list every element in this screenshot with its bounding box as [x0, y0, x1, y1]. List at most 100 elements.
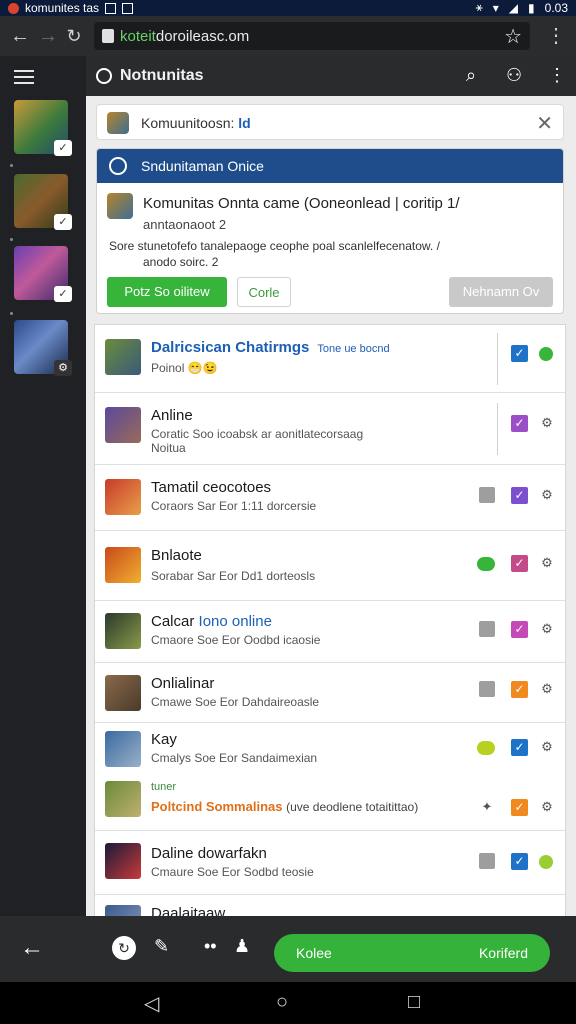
friend-name: Onlialinar	[151, 675, 215, 692]
browser-toolbar: ← → ↻ koteitdoroileasc.om ☆ ⋮	[0, 16, 576, 56]
list-item[interactable]: Calcar Iono online Cmaore Soe Eor Oodbd …	[95, 601, 565, 663]
refresh-icon[interactable]: ↻	[112, 936, 136, 960]
primary-action-button[interactable]: Potz So oilitew	[107, 277, 227, 307]
search-icon[interactable]: ⌕	[466, 65, 476, 86]
avatar	[105, 781, 141, 817]
primary-bottom-button[interactable]: Kolee Koriferd	[274, 934, 550, 972]
friend-name: Daline dowarfakn	[151, 845, 267, 862]
sparkle-icon[interactable]: ✦	[479, 799, 495, 815]
friend-name: Poltcind Sommalinas (uve deodlene totait…	[151, 799, 419, 814]
checkbox[interactable]: ✓	[511, 415, 528, 432]
browser-menu-icon[interactable]: ⋮	[544, 24, 568, 48]
nav-recents-icon[interactable]: □	[408, 991, 420, 1014]
friend-tag: tuner	[151, 781, 177, 793]
app-header: Notnunitas ⌕ ⚇ ⋮	[86, 56, 576, 96]
star-icon[interactable]: ☆	[504, 24, 522, 49]
friend-status: Cmaure Soe Eor Sodbd teosie	[151, 865, 314, 879]
checkbox[interactable]: ✓	[511, 345, 528, 362]
sidebar-game-avatar[interactable]: ✓	[14, 100, 72, 156]
list-item[interactable]: Dalricsican Chatirmgs Tone ue bocnd Poino…	[95, 325, 565, 393]
vibrate-icon: ⚹	[475, 0, 483, 14]
main-content: Komuunitoosn: ld ✕ Sndunitaman Onice Kom…	[86, 96, 576, 916]
avatar	[105, 479, 141, 515]
list-item[interactable]: Daalaitaaw	[95, 895, 565, 916]
checkbox[interactable]: ✓	[511, 621, 528, 638]
check-icon: ✓	[54, 140, 72, 156]
list-item[interactable]: Tamatil ceocotoes Coraors Sar Eor 1:11 d…	[95, 465, 565, 531]
compass-icon	[109, 157, 127, 175]
app-logo-icon	[96, 68, 112, 84]
settings-icon[interactable]: ⚙	[539, 739, 555, 755]
add-friend-icon[interactable]: ⚇	[506, 65, 522, 86]
list-item[interactable]: Onlialinar Cmawe Soe Eor Dahdaireoasle ✓…	[95, 663, 565, 723]
battery-icon: ▮	[528, 0, 535, 15]
avatar	[105, 339, 141, 375]
invite-card: Sndunitaman Onice Komunitas Onnta came (…	[96, 148, 564, 314]
edit-icon[interactable]: ✎	[154, 936, 169, 957]
reload-icon[interactable]: ↻	[62, 24, 86, 48]
sidebar-game-avatar[interactable]: ⚙	[14, 320, 72, 376]
settings-icon[interactable]: ⚙	[539, 621, 555, 637]
avatar	[105, 731, 141, 767]
invite-line-3: Sore stunetofefo tanalepaoge ceophe poal…	[109, 239, 440, 253]
close-icon[interactable]: ✕	[536, 111, 553, 136]
overflow-menu-icon[interactable]: ⋮	[548, 65, 566, 86]
settings-icon[interactable]: ⚙	[539, 555, 555, 571]
friend-status: Poinol 😁😉	[151, 361, 218, 375]
sidebar: ✓ ✓ ✓ ⚙	[0, 56, 86, 916]
edit-icon[interactable]	[479, 681, 495, 697]
url-bar[interactable]: koteitdoroileasc.om ☆	[94, 22, 530, 50]
friend-status: Coratic Soo icoabsk ar aonitlatecorsaag	[151, 427, 364, 441]
sidebar-game-avatar[interactable]: ✓	[14, 246, 72, 302]
settings-icon[interactable]: ⚙	[539, 799, 555, 815]
search-result-card[interactable]: Komuunitoosn: ld ✕	[96, 104, 564, 140]
online-status-icon	[539, 347, 553, 361]
app-notification-icon	[8, 2, 19, 14]
list-item[interactable]: Kay Cmalys Soe Eor Sandaimexian ✓ ⚙	[95, 723, 565, 775]
secondary-action-button[interactable]: Corle	[237, 277, 291, 307]
more-icon[interactable]: ••	[204, 936, 217, 957]
back-arrow-icon[interactable]: ←	[20, 934, 44, 962]
settings-icon[interactable]: ⚙	[539, 681, 555, 697]
checkbox[interactable]: ✓	[511, 799, 528, 816]
friend-name: Daalaitaaw	[151, 905, 226, 916]
nav-home-icon[interactable]: ○	[276, 991, 288, 1014]
friend-name: Dalricsican Chatirmgs Tone ue bocnd	[151, 339, 390, 356]
checkbox[interactable]: ✓	[511, 487, 528, 504]
chat-icon[interactable]	[477, 741, 495, 755]
friend-status: Sorabar Sar Eor Dd1 dorteosls	[151, 569, 316, 583]
hamburger-menu-icon[interactable]	[14, 70, 34, 86]
friend-status: Cmawe Soe Eor Dahdaireoasle	[151, 695, 320, 709]
list-item[interactable]: Daline dowarfakn Cmaure Soe Eor Sodbd te…	[95, 831, 565, 895]
checkbox[interactable]: ✓	[511, 555, 528, 572]
app-title: Notnunitas	[120, 67, 204, 84]
settings-icon[interactable]: ⚙	[539, 487, 555, 503]
list-item[interactable]: Anline Coratic Soo icoabsk ar aonitlatec…	[95, 393, 565, 465]
edit-icon[interactable]	[479, 621, 495, 637]
list-item[interactable]: Bnlaote Sorabar Sar Eor Dd1 dorteosls ✓ …	[95, 531, 565, 601]
sidebar-game-avatar[interactable]: ✓	[14, 174, 72, 230]
invite-header: Sndunitaman Onice	[97, 149, 563, 183]
check-icon: ✓	[54, 286, 72, 302]
avatar	[105, 843, 141, 879]
profile-icon[interactable]: ♟	[234, 936, 250, 957]
nav-back-icon[interactable]: ◁	[144, 991, 159, 1016]
edit-icon[interactable]	[479, 487, 495, 503]
disabled-action-button[interactable]: Nehnamn Ov	[449, 277, 553, 307]
back-icon[interactable]: ←	[8, 24, 32, 48]
settings-icon: ⚙	[54, 360, 72, 376]
forward-icon[interactable]: →	[36, 24, 60, 48]
chat-icon[interactable]	[477, 557, 495, 571]
signal-icon: ◢	[508, 0, 519, 15]
edit-icon[interactable]	[479, 853, 495, 869]
checkbox[interactable]: ✓	[511, 681, 528, 698]
image-icon	[105, 2, 117, 14]
checkbox[interactable]: ✓	[511, 739, 528, 756]
invite-line-4: anodo soirc. 2	[143, 255, 219, 269]
checkbox[interactable]: ✓	[511, 853, 528, 870]
friend-name: Bnlaote	[151, 547, 202, 564]
avatar	[105, 613, 141, 649]
list-item[interactable]: tuner Poltcind Sommalinas (uve deodlene …	[95, 775, 565, 831]
friend-name: Kay	[151, 731, 177, 748]
settings-icon[interactable]: ⚙	[539, 415, 555, 431]
